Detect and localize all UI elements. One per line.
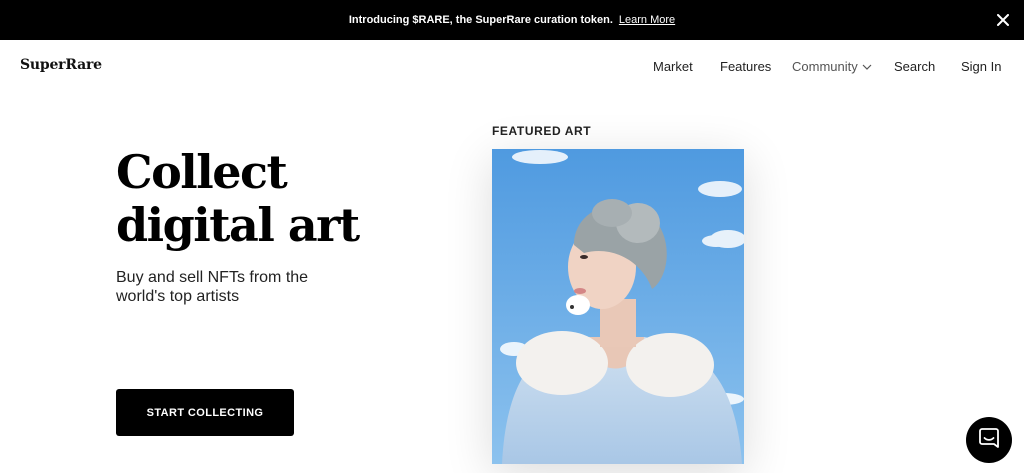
close-icon[interactable] bbox=[992, 9, 1014, 31]
announcement-banner: Introducing $RARE, the SuperRare curatio… bbox=[0, 0, 1024, 40]
top-nav: SuperRare Market Features Community Sear… bbox=[0, 40, 1024, 94]
chat-button[interactable] bbox=[966, 417, 1012, 463]
learn-more-link[interactable]: Learn More bbox=[619, 14, 675, 26]
nav-features[interactable]: Features bbox=[720, 59, 771, 74]
start-collecting-button[interactable]: START COLLECTING bbox=[116, 389, 294, 436]
chevron-down-icon bbox=[862, 64, 872, 70]
featured-artwork-image[interactable] bbox=[492, 149, 744, 464]
featured-art-label: FEATURED ART bbox=[492, 124, 592, 138]
nav-market[interactable]: Market bbox=[653, 59, 693, 74]
nav-search[interactable]: Search bbox=[894, 59, 935, 74]
nav-community-label: Community bbox=[792, 59, 858, 74]
banner-message: Introducing $RARE, the SuperRare curatio… bbox=[348, 14, 613, 26]
nav-sign-in[interactable]: Sign In bbox=[961, 59, 1001, 74]
chat-icon bbox=[977, 426, 1001, 455]
nav-community[interactable]: Community bbox=[792, 59, 872, 74]
hero-title: Collect digital art bbox=[116, 145, 360, 252]
logo[interactable]: SuperRare bbox=[20, 57, 102, 73]
hero-subtitle: Buy and sell NFTs from the world's top a… bbox=[116, 269, 309, 305]
